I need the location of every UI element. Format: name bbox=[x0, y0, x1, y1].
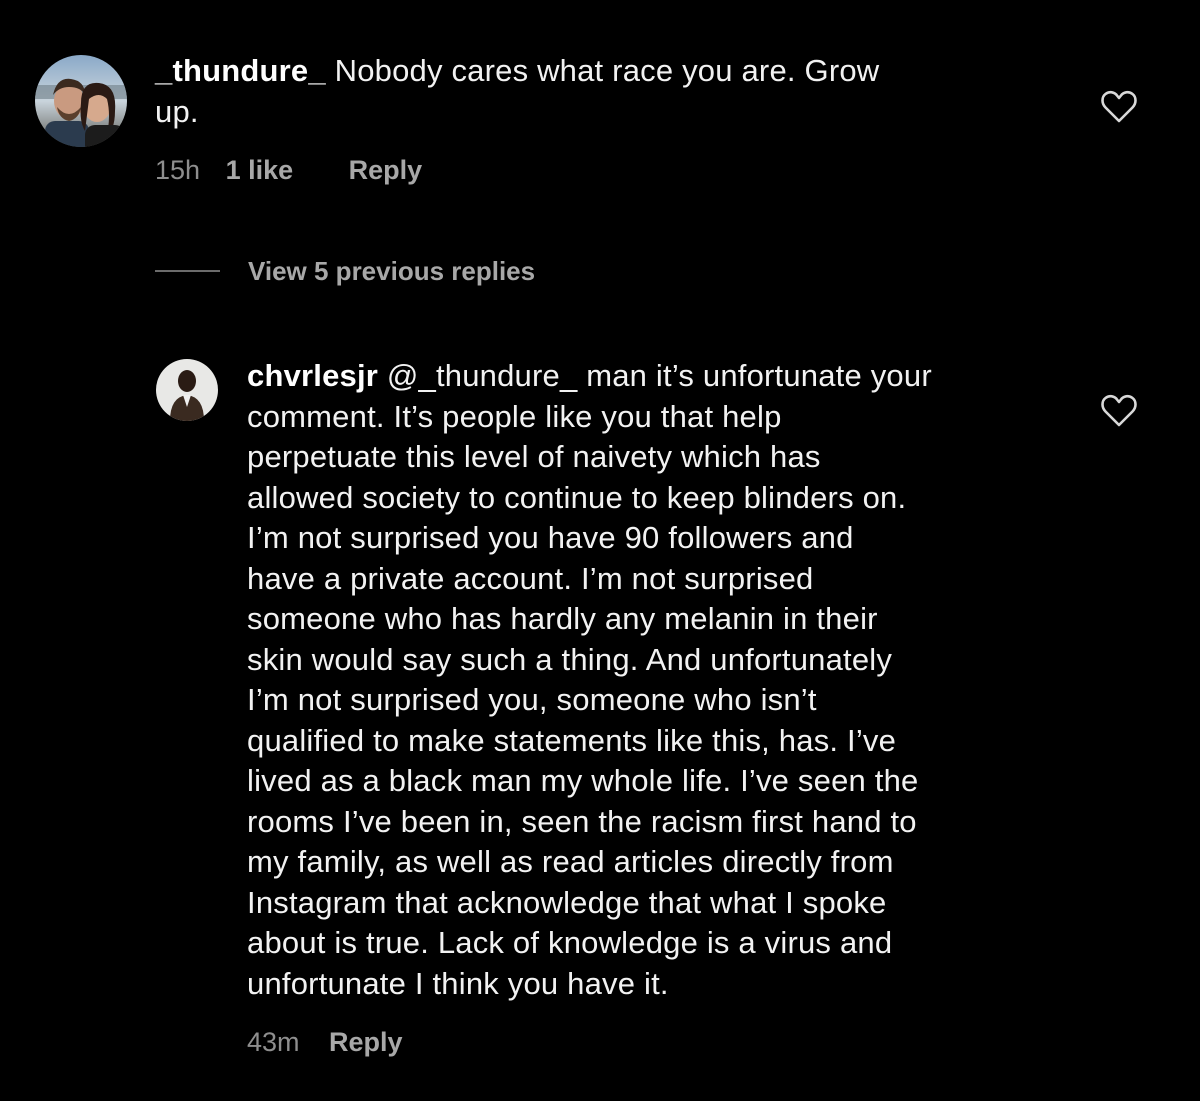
comment-line: have a private account. I’m not surprise… bbox=[247, 560, 814, 596]
comment-line: I’m not surprised you have 90 followers … bbox=[247, 520, 854, 555]
profile-photo-man-icon bbox=[156, 359, 218, 421]
comment-line: my family, as well as read articles dire… bbox=[247, 844, 894, 879]
comment-line: about is true. Lack of knowledge is a vi… bbox=[247, 925, 893, 960]
comment-line: qualified to make statements like this, … bbox=[247, 722, 897, 758]
comment-meta: 15h 1 like Reply bbox=[155, 155, 422, 186]
comment-line: lived as a black man my whole life. I’ve… bbox=[247, 763, 919, 798]
reply-button[interactable]: Reply bbox=[329, 1027, 403, 1057]
username[interactable]: _thundure_ bbox=[155, 53, 326, 88]
comment-line: Instagram that acknowledge that what I s… bbox=[247, 884, 887, 920]
comment-line: rooms I’ve been in, seen the racism firs… bbox=[247, 803, 917, 839]
avatar[interactable] bbox=[156, 359, 218, 421]
comment-line: unfortunate I think you have it. bbox=[247, 965, 669, 1001]
likes-count[interactable]: 1 like bbox=[226, 155, 294, 185]
comment-line: I’m not surprised you, someone who isn’t bbox=[247, 682, 817, 717]
comment-line: up. bbox=[155, 93, 199, 129]
comment-line: @_thundure_ man it’s unfortunate your bbox=[378, 358, 932, 393]
view-previous-replies-button[interactable]: View 5 previous replies bbox=[248, 256, 535, 287]
comment-chvrlesjr: chvrlesjr @_thundure_ man it’s unfortuna… bbox=[0, 340, 1200, 1080]
comment-text: chvrlesjr @_thundure_ man it’s unfortuna… bbox=[247, 356, 1087, 1004]
timestamp: 15h bbox=[155, 155, 201, 185]
reply-button[interactable]: Reply bbox=[349, 155, 423, 185]
like-heart-icon[interactable] bbox=[1100, 90, 1138, 124]
comment-line: skin would say such a thing. And unfortu… bbox=[247, 641, 893, 677]
comment-line: allowed society to continue to keep blin… bbox=[247, 479, 907, 515]
comment-line: someone who has hardly any melanin in th… bbox=[247, 601, 878, 636]
profile-photo-couple-icon bbox=[35, 55, 127, 147]
comment-text: _thundure_ Nobody cares what race you ar… bbox=[155, 51, 1055, 132]
comment-line: Nobody cares what race you are. Grow bbox=[325, 53, 880, 88]
comment-thundure: _thundure_ Nobody cares what race you ar… bbox=[0, 0, 1200, 200]
avatar[interactable] bbox=[35, 55, 127, 147]
replies-divider bbox=[155, 270, 220, 272]
comment-meta: 43m Reply bbox=[247, 1027, 403, 1058]
comment-line: perpetuate this level of naivety which h… bbox=[247, 439, 821, 474]
comment-line: comment. It’s people like you that help bbox=[247, 398, 782, 434]
timestamp: 43m bbox=[247, 1027, 300, 1057]
like-heart-icon[interactable] bbox=[1100, 394, 1138, 428]
username[interactable]: chvrlesjr bbox=[247, 358, 378, 393]
